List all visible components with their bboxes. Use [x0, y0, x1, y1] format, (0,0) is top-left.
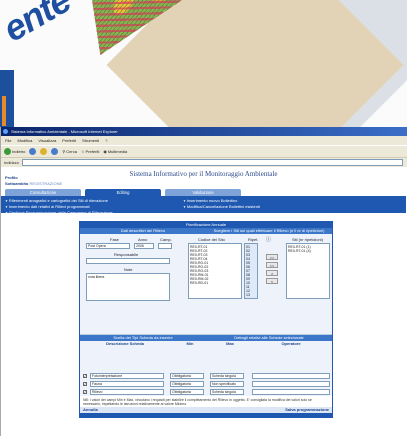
col-min: Min	[186, 341, 194, 346]
anno-select[interactable]: 2006	[134, 243, 154, 249]
salva-button[interactable]: Salva programmazione	[285, 407, 329, 413]
menu-strumenti[interactable]: Strumenti	[82, 136, 99, 145]
fase-select[interactable]: Post Opera	[86, 243, 130, 249]
camp-select[interactable]	[158, 243, 172, 249]
schede-rows: ✓ Fotointerpretazione Obbligatoria Sched…	[80, 372, 332, 396]
menu-preferiti[interactable]: Preferiti	[62, 136, 76, 145]
note-textarea[interactable]: nota libera	[86, 273, 170, 301]
add-button[interactable]: >	[266, 270, 278, 276]
help-icon[interactable]: ⓘ	[266, 236, 271, 243]
col-max: Max	[226, 341, 234, 346]
profile-label: Profilo	[5, 175, 18, 180]
max-select[interactable]: Scheda singola	[210, 373, 244, 379]
siti-selezionati-list[interactable]: RE0-RT-01 (1) RE0-RT-01 (4)	[286, 243, 330, 299]
operatore-select[interactable]	[252, 381, 330, 387]
logo: ente	[0, 0, 78, 50]
responsabile-select[interactable]	[86, 258, 170, 264]
back-arrow-icon	[4, 148, 11, 155]
menu-visualizza[interactable]: Visualizza	[38, 136, 56, 145]
scheda-checkbox[interactable]: ✓	[83, 390, 87, 394]
address-input[interactable]	[21, 159, 403, 166]
remove-button[interactable]: <	[266, 278, 278, 284]
ripet-label: Ripet.	[248, 237, 259, 242]
operatore-select[interactable]	[252, 373, 330, 379]
remove-all-button[interactable]: <<	[266, 262, 278, 268]
planning-form: Pianificazione Annuale Dati descrittivi …	[79, 221, 333, 418]
collage-header: ente	[0, 0, 407, 128]
ripetizioni-list[interactable]: 01 02 03 04 05 06 07 08 09 10 11 12 13	[244, 243, 258, 299]
responsabile-label: Responsabile	[114, 252, 139, 257]
menu-bar: File Modifica Visualizza Preferiti Strum…	[1, 136, 407, 145]
tab-consultazione[interactable]: Consultazione	[5, 189, 81, 196]
decor-orange-strip	[2, 96, 6, 126]
main-tabs: Consultazione Editing Validazione	[1, 189, 406, 196]
search-button[interactable]: ⚲ Cerca	[62, 149, 77, 154]
codice-list[interactable]: RE0-RT-01 RE0-RT-02 RE0-RT-03 RE0-RT-04 …	[188, 243, 242, 299]
menu-file[interactable]: File	[5, 136, 11, 145]
browser-toolbar: Indietro ⚲ Cerca ☆ Preferiti ◉ Multimedia	[1, 145, 407, 157]
menu-modifica[interactable]: Modifica	[17, 136, 32, 145]
siti-label: Siti (nr ripetizioni)	[292, 237, 323, 242]
forward-arrow-icon[interactable]	[29, 148, 37, 155]
stage-value: REGISTRAZIONE	[29, 181, 63, 186]
codice-label: Codice del Sito	[198, 237, 225, 242]
nav-link-modifica-bollettini[interactable]: Modifica/Cancellazione Bollettini esiste…	[183, 204, 260, 210]
profile-info: Profilo Sottoambito REGISTRAZIONE	[5, 175, 62, 187]
media-button[interactable]: ◉ Multimedia	[103, 149, 127, 154]
browser-window: Sistema Informativo Ambientale - Microso…	[0, 127, 407, 436]
max-select[interactable]: Non specificato	[210, 381, 244, 387]
schede-section: Scelta dei Tipi Scheda da inserire Detta…	[80, 334, 332, 372]
table-row: ✓ Rilievo Obbligatoria Scheda singola	[80, 388, 332, 396]
scheda-name: Rilievo	[90, 389, 164, 395]
table-row: ✓ Fauna Obbligatoria Non specificato	[80, 380, 332, 388]
scheda-checkbox[interactable]: ✓	[83, 382, 87, 386]
max-select[interactable]: Scheda singola	[210, 389, 244, 395]
fase-label: Fase	[110, 237, 119, 242]
nav-link-programmazione[interactable]: Gestione Programmazione delle Campagne d…	[5, 210, 113, 216]
address-label: Indirizzo	[4, 160, 19, 165]
annulla-button[interactable]: Annulla	[83, 407, 98, 413]
table-row: ✓ Fotointerpretazione Obbligatoria Sched…	[80, 372, 332, 380]
list-item[interactable]: RE0-RD-01	[190, 281, 240, 285]
list-item[interactable]: 13	[246, 293, 256, 297]
min-select[interactable]: Obbligatoria	[170, 381, 204, 387]
address-bar: Indirizzo	[1, 157, 407, 167]
nav-left: Riferimenti anagrafici e cartografici de…	[5, 198, 113, 216]
note-label: Note	[124, 267, 133, 272]
menu-help[interactable]: ?	[105, 136, 107, 145]
min-select[interactable]: Obbligatoria	[170, 389, 204, 395]
scheda-name: Fotointerpretazione	[90, 373, 164, 379]
tab-editing[interactable]: Editing	[85, 189, 161, 196]
ie-icon	[3, 129, 8, 134]
camp-label: Camp.	[160, 237, 172, 242]
scheda-name: Fauna	[90, 381, 164, 387]
col-descrizione: Descrizione Scheda	[106, 341, 144, 346]
media-icon: ◉	[103, 149, 107, 154]
operatore-select[interactable]	[252, 389, 330, 395]
schede-note: NB: I valori dei campi Min e Max, vincol…	[80, 396, 332, 407]
page-content: Profilo Sottoambito REGISTRAZIONE Sistem…	[1, 167, 406, 436]
refresh-icon[interactable]	[51, 148, 59, 155]
min-select[interactable]: Obbligatoria	[170, 373, 204, 379]
add-all-button[interactable]: >>	[266, 254, 278, 260]
favorites-button[interactable]: ☆ Preferiti	[81, 149, 99, 154]
scheda-checkbox[interactable]: ✓	[83, 374, 87, 378]
star-icon: ☆	[80, 149, 85, 154]
form-body: Fase Anno Camp. Post Opera 2006 Responsa…	[80, 234, 332, 334]
window-titlebar: Sistema Informativo Ambientale - Microso…	[1, 127, 407, 136]
form-footer-bar	[80, 413, 332, 417]
schede-columns: Descrizione Scheda Min Max Operatore	[80, 341, 332, 347]
anno-label: Anno	[138, 237, 148, 242]
back-button[interactable]: Indietro	[4, 148, 25, 155]
nav-bar: Riferimenti anagrafici e cartografici de…	[1, 196, 406, 216]
nav-right: Inserimento nuovo Bollettino Modifica/Ca…	[183, 198, 260, 210]
list-item[interactable]: RE0-RT-01 (4)	[288, 249, 328, 253]
tab-validazione[interactable]: Validazione	[165, 189, 241, 196]
stage-label: Sottoambito	[5, 181, 29, 186]
col-operatore: Operatore	[281, 341, 301, 346]
search-icon: ⚲	[62, 149, 66, 154]
stop-icon[interactable]	[40, 148, 48, 155]
window-title: Sistema Informativo Ambientale - Microso…	[11, 129, 118, 134]
